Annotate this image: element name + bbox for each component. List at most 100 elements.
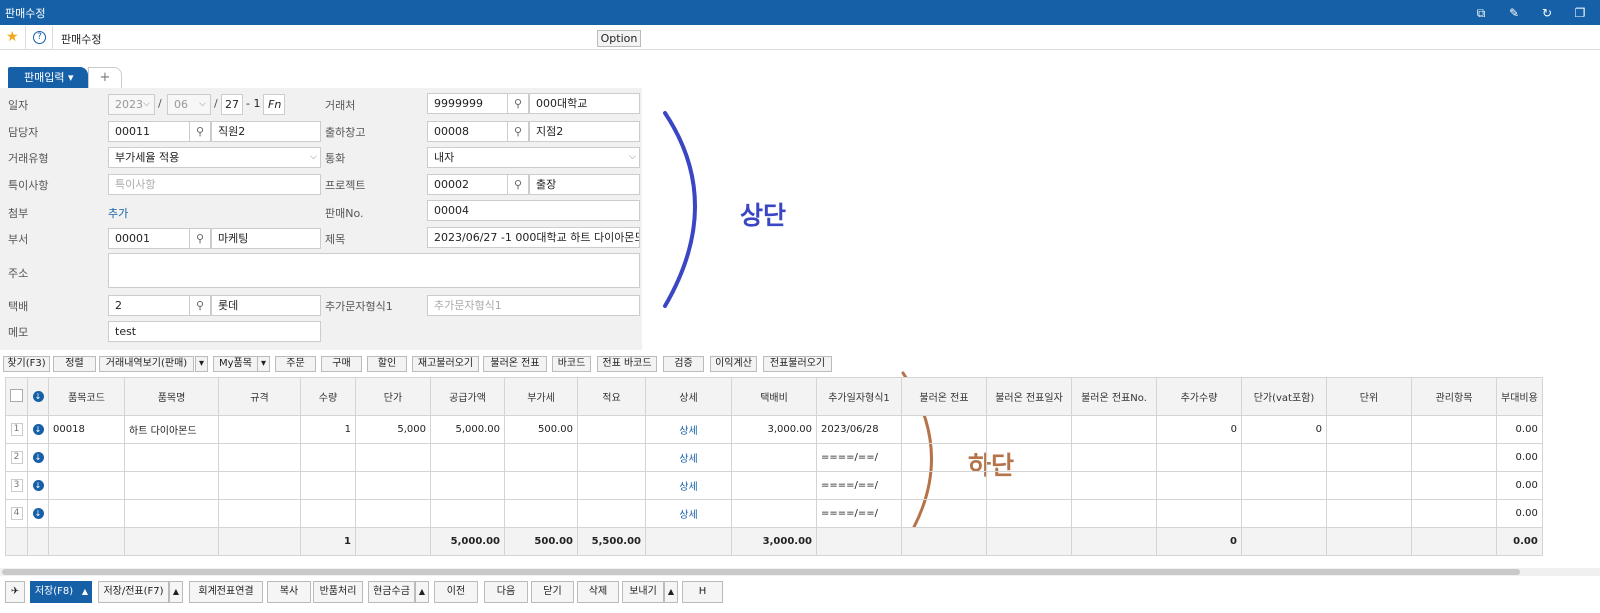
col-header[interactable]: 품목명 [124,377,219,416]
unit-cell[interactable] [1326,443,1412,472]
col-header[interactable]: 상세 [645,377,732,416]
search-icon[interactable]: ⚲ [189,121,211,142]
chevron-up-icon[interactable]: ▲ [169,581,183,603]
find-button[interactable]: 찾기(F3) [3,356,50,372]
cost-cell[interactable]: 0.00 [1496,443,1543,472]
item-name-cell[interactable] [124,499,219,528]
loaded-date-cell[interactable] [986,443,1072,472]
arrow-down-icon[interactable]: ↓ [32,452,44,463]
detail-link[interactable]: 상세 [645,471,732,500]
table-row[interactable]: 1 ↓ 00018 하트 다이아몬드 1 5,000 5,000.00 500.… [5,415,1543,444]
sale-no-field[interactable]: 00004 [427,200,640,221]
unit-cell[interactable] [1326,415,1412,444]
star-icon[interactable]: ★ [6,29,19,45]
history-button[interactable]: 거래내역보기(판매) [99,356,194,372]
supply-cell[interactable]: 5,000.00 [430,415,505,444]
vat-cell[interactable]: 500.00 [504,415,578,444]
col-header[interactable]: 적요 [577,377,646,416]
project-name-field[interactable]: 출장 [529,174,640,195]
col-header[interactable]: 관리항목 [1411,377,1497,416]
vat-cell[interactable] [504,471,578,500]
col-header[interactable]: 불러온 전표 [901,377,987,416]
mgmt-cell[interactable] [1411,443,1497,472]
send-button[interactable]: 보내기 [622,581,664,603]
unit-cell[interactable] [1326,471,1412,500]
arrow-down-icon[interactable]: ↓ [32,480,44,491]
item-name-cell[interactable] [124,443,219,472]
col-header[interactable]: 규격 [218,377,301,416]
delete-button[interactable]: 삭제 [577,581,619,603]
vat-price-cell[interactable]: 0 [1241,415,1327,444]
loaded-voucher-cell[interactable] [901,471,987,500]
col-header[interactable]: 수량 [300,377,356,416]
detail-link[interactable]: 상세 [645,443,732,472]
qty-cell[interactable] [300,443,356,472]
scrollbar-thumb[interactable] [2,569,1520,575]
select-all-checkbox[interactable] [10,388,23,402]
warehouse-name-field[interactable]: 지점2 [529,121,640,142]
save-voucher-button[interactable]: 저장/전표(F7) [98,581,169,603]
loaded-no-cell[interactable] [1071,471,1157,500]
price-cell[interactable] [355,471,431,500]
loaded-no-cell[interactable] [1071,499,1157,528]
qty-cell[interactable] [300,499,356,528]
chevron-up-icon[interactable]: ▲ [664,581,678,603]
mgmt-cell[interactable] [1411,415,1497,444]
memo-input[interactable]: test [108,321,321,342]
item-code-cell[interactable] [48,443,125,472]
col-header[interactable]: 부대비용 [1496,377,1543,416]
delivery-name-field[interactable]: 롯데 [211,295,321,316]
table-row[interactable]: 4 ↓ 상세 ====/==/ 0.00 [5,499,1543,528]
delivery-fee-cell[interactable] [731,443,817,472]
extra-date-cell[interactable]: ====/==/ [816,443,902,472]
loaded-no-cell[interactable] [1071,443,1157,472]
extra-qty-cell[interactable]: 0 [1156,415,1242,444]
col-header[interactable]: 택배비 [731,377,817,416]
mgmt-cell[interactable] [1411,499,1497,528]
loaded-voucher-cell[interactable] [901,499,987,528]
purchase-button[interactable]: 구매 [321,356,362,372]
delivery-fee-cell[interactable] [731,499,817,528]
option-button[interactable]: Option [597,30,641,47]
memo-cell[interactable] [577,443,646,472]
col-header[interactable]: 공급가액 [430,377,505,416]
profit-calc-button[interactable]: 이익계산 [710,356,757,372]
send-icon[interactable]: ✈ [5,581,25,603]
subject-field[interactable]: 2023/06/27 -1 000대학교 하트 다이아몬드 [427,227,640,248]
popout-icon[interactable]: ⧉ [1473,5,1489,21]
loaded-date-cell[interactable] [986,471,1072,500]
memo-cell[interactable] [577,499,646,528]
load-stock-button[interactable]: 재고불러오기 [412,356,479,372]
price-cell[interactable] [355,499,431,528]
chevron-up-icon[interactable]: ▲ [78,581,92,603]
table-row[interactable]: 3 ↓ 상세 ====/==/ 0.00 [5,471,1543,500]
item-code-cell[interactable] [48,471,125,500]
detail-link[interactable]: 상세 [645,499,732,528]
horizontal-scrollbar[interactable] [0,568,1600,576]
return-button[interactable]: 반품처리 [313,581,363,603]
manager-name-field[interactable]: 직원2 [211,121,321,142]
sort-button[interactable]: 정렬 [53,356,96,372]
trade-type-select[interactable]: 부가세율 적용 [108,147,321,168]
supply-cell[interactable] [430,443,505,472]
extra-qty-cell[interactable] [1156,443,1242,472]
col-header[interactable]: 추가수량 [1156,377,1242,416]
search-icon[interactable]: ⚲ [507,174,529,195]
copy-button[interactable]: 복사 [267,581,311,603]
arrow-down-icon[interactable]: ↓ [32,424,44,435]
extra-input[interactable]: 추가문자형식1 [427,295,640,316]
date-day-input[interactable]: 27 [221,94,243,115]
item-code-cell[interactable]: 00018 [48,415,125,444]
extra-date-cell[interactable]: ====/==/ [816,499,902,528]
close-button[interactable]: 닫기 [531,581,574,603]
loaded-voucher-cell[interactable] [901,415,987,444]
delivery-fee-cell[interactable]: 3,000.00 [731,415,817,444]
chevron-up-icon[interactable]: ▲ [415,581,429,603]
attach-add-link[interactable]: 추가 [108,205,128,221]
fn-button[interactable]: Fn [263,94,285,115]
project-code-input[interactable]: 00002 [427,174,509,195]
search-icon[interactable]: ⚲ [189,228,211,249]
mgmt-cell[interactable] [1411,471,1497,500]
search-icon[interactable]: ⚲ [189,295,211,316]
col-header[interactable]: 단위 [1326,377,1412,416]
